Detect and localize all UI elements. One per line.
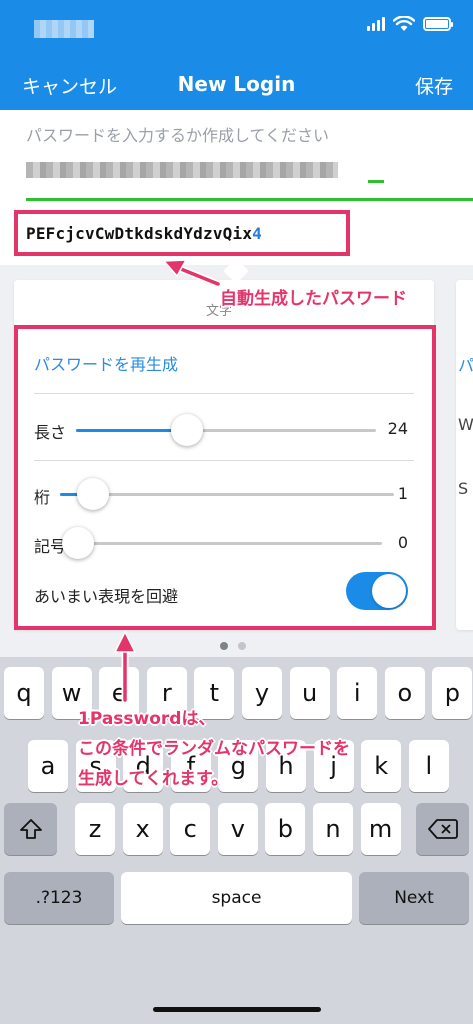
divider bbox=[34, 460, 414, 461]
generated-password: PEFcjcvCwDtkdskdYdzvQix 4 bbox=[14, 210, 350, 256]
delete-key[interactable] bbox=[416, 803, 469, 855]
key-o[interactable]: o bbox=[384, 667, 425, 719]
key-x[interactable]: x bbox=[122, 803, 163, 855]
key-b[interactable]: b bbox=[265, 803, 306, 855]
nav-bar: キャンセル New Login 保存 bbox=[0, 60, 473, 110]
numbers-key[interactable]: .?123 bbox=[4, 872, 114, 924]
divider bbox=[34, 393, 414, 394]
shift-icon bbox=[19, 819, 42, 839]
key-i[interactable]: i bbox=[337, 667, 378, 719]
key-p[interactable]: p bbox=[432, 667, 473, 719]
key-u[interactable]: u bbox=[289, 667, 330, 719]
page-title: New Login bbox=[177, 72, 296, 96]
digits-slider-thumb[interactable] bbox=[77, 478, 110, 510]
password-placeholder: パスワードを入力するか作成してください bbox=[26, 126, 330, 145]
length-value: 24 bbox=[387, 419, 408, 438]
symbols-slider[interactable] bbox=[62, 527, 382, 559]
symbols-slider-thumb[interactable] bbox=[62, 527, 94, 559]
key-z[interactable]: z bbox=[75, 803, 115, 855]
toggle-knob bbox=[372, 574, 406, 608]
password-blurred-value bbox=[26, 162, 338, 178]
home-indicator bbox=[153, 1007, 321, 1012]
annotation-generated-password: 自動生成したパスワード bbox=[220, 289, 407, 309]
key-q[interactable]: q bbox=[4, 667, 44, 719]
generator-settings: パスワードを再生成 長さ 24 桁 1 記号 0 あいまい表現を回避 bbox=[14, 325, 436, 630]
generated-password-text: PEFcjcvCwDtkdskdYdzvQix bbox=[26, 223, 253, 243]
length-label: 長さ bbox=[34, 423, 67, 442]
page-dot bbox=[238, 642, 246, 650]
generator-card-next-peek[interactable] bbox=[456, 280, 473, 630]
next-key[interactable]: Next bbox=[359, 872, 469, 924]
digits-label: 桁 bbox=[34, 488, 51, 507]
shift-key[interactable] bbox=[4, 803, 57, 855]
avoid-ambiguous-toggle[interactable] bbox=[346, 572, 408, 610]
symbols-value: 0 bbox=[397, 533, 408, 552]
digits-slider[interactable] bbox=[60, 478, 394, 510]
page-indicator[interactable] bbox=[220, 642, 246, 650]
right-card-row: W bbox=[458, 415, 473, 434]
annotation-explain-line1: 1Passwordは、 bbox=[78, 709, 216, 729]
strength-indicator-mark bbox=[368, 180, 384, 183]
key-n[interactable]: n bbox=[313, 803, 353, 855]
key-k[interactable]: k bbox=[361, 740, 402, 792]
key-l[interactable]: l bbox=[408, 740, 449, 792]
key-m[interactable]: m bbox=[360, 803, 401, 855]
save-button[interactable]: 保存 bbox=[415, 72, 453, 99]
right-card-heading: パ bbox=[458, 356, 473, 375]
status-bar bbox=[0, 0, 473, 60]
wifi-icon bbox=[393, 16, 415, 31]
regenerate-password-button[interactable]: パスワードを再生成 bbox=[34, 351, 178, 375]
annotation-explain-line2: この条件でランダムなパスワードを bbox=[78, 739, 350, 759]
key-c[interactable]: c bbox=[170, 803, 211, 855]
key-y[interactable]: y bbox=[242, 667, 282, 719]
annotation-explain-line3: 生成してくれます。 bbox=[78, 769, 229, 789]
carrier-blurred bbox=[34, 20, 94, 38]
length-slider-thumb[interactable] bbox=[171, 414, 203, 446]
password-strength-bar bbox=[26, 198, 473, 201]
space-key[interactable]: space bbox=[121, 872, 352, 924]
right-card-row: S bbox=[458, 479, 469, 498]
delete-icon bbox=[427, 819, 458, 839]
digits-value: 1 bbox=[397, 484, 408, 503]
battery-icon bbox=[423, 17, 453, 31]
key-v[interactable]: v bbox=[217, 803, 258, 855]
key-a[interactable]: a bbox=[28, 740, 68, 792]
avoid-ambiguous-label: あいまい表現を回避 bbox=[34, 587, 179, 606]
page-dot bbox=[220, 642, 228, 650]
length-slider[interactable] bbox=[76, 414, 376, 446]
password-field[interactable]: パスワードを入力するか作成してください bbox=[0, 110, 473, 210]
generated-password-last-digit: 4 bbox=[252, 223, 262, 243]
status-icons bbox=[367, 16, 453, 32]
cellular-signal-icon bbox=[367, 17, 385, 31]
